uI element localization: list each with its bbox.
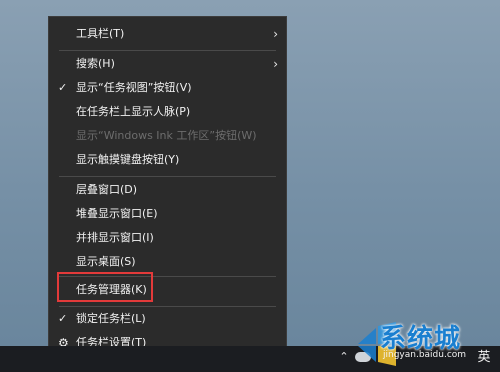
menu-separator bbox=[59, 176, 276, 177]
task-manager-highlight-box bbox=[57, 272, 153, 302]
checkmark-icon: ✓ bbox=[58, 81, 68, 94]
menu-item-show-people[interactable]: 在任务栏上显示人脉(P) bbox=[49, 101, 286, 123]
menu-item-cascade-windows[interactable]: 层叠窗口(D) bbox=[49, 179, 286, 201]
menu-item-label: 层叠窗口(D) bbox=[76, 183, 138, 196]
chevron-right-icon: › bbox=[273, 57, 278, 71]
checkmark-icon: ✓ bbox=[58, 312, 68, 325]
menu-item-label: 显示触摸键盘按钮(Y) bbox=[76, 153, 180, 166]
menu-item-show-task-view[interactable]: ✓ 显示“任务视图”按钮(V) bbox=[49, 77, 286, 99]
chevron-up-icon[interactable]: ⌃ bbox=[337, 350, 351, 364]
menu-separator bbox=[59, 50, 276, 51]
watermark-url: jingyan.baidu.com bbox=[383, 350, 467, 360]
chevron-right-icon: › bbox=[273, 27, 278, 41]
menu-item-stack-windows[interactable]: 堆叠显示窗口(E) bbox=[49, 203, 286, 225]
menu-item-show-touch-keyboard[interactable]: 显示触摸键盘按钮(Y) bbox=[49, 149, 286, 171]
menu-item-show-desktop[interactable]: 显示桌面(S) bbox=[49, 251, 286, 273]
menu-item-lock-taskbar[interactable]: ✓ 锁定任务栏(L) bbox=[49, 308, 286, 330]
menu-item-side-by-side-windows[interactable]: 并排显示窗口(I) bbox=[49, 227, 286, 249]
menu-item-label: 锁定任务栏(L) bbox=[76, 312, 146, 325]
menu-item-label: 显示“Windows Ink 工作区”按钮(W) bbox=[76, 129, 257, 142]
menu-item-label: 显示桌面(S) bbox=[76, 255, 136, 268]
menu-item-label: 在任务栏上显示人脉(P) bbox=[76, 105, 191, 118]
menu-item-label: 搜索(H) bbox=[76, 57, 115, 70]
menu-item-show-windows-ink: 显示“Windows Ink 工作区”按钮(W) bbox=[49, 125, 286, 147]
menu-item-search[interactable]: 搜索(H) › bbox=[49, 53, 286, 75]
menu-item-label: 工具栏(T) bbox=[76, 27, 125, 40]
menu-item-label: 并排显示窗口(I) bbox=[76, 231, 154, 244]
menu-item-label: 显示“任务视图”按钮(V) bbox=[76, 81, 192, 94]
menu-item-toolbars[interactable]: 工具栏(T) › bbox=[49, 23, 286, 45]
menu-item-label: 堆叠显示窗口(E) bbox=[76, 207, 158, 220]
menu-separator bbox=[59, 306, 276, 307]
